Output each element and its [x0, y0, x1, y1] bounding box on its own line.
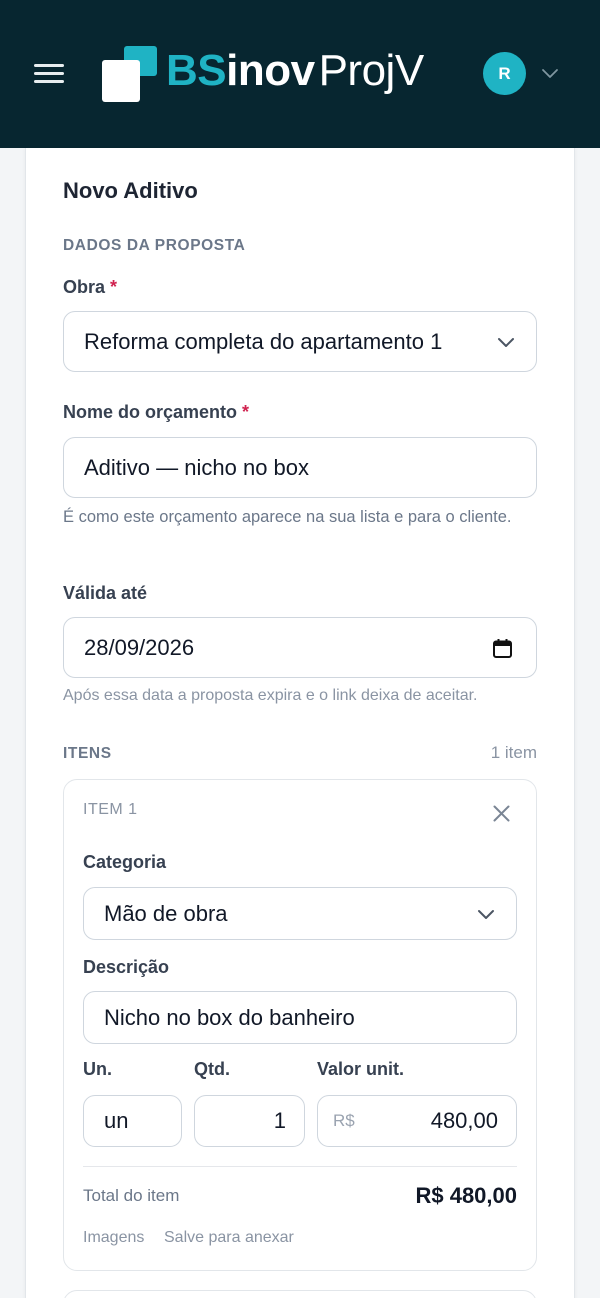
unidade-value: un	[104, 1108, 129, 1133]
section-heading-items: ITENS	[63, 745, 112, 762]
required-mark: *	[242, 402, 250, 422]
nome-label: Nome do orçamento *	[63, 402, 249, 423]
chevron-down-icon	[498, 338, 514, 347]
obra-select[interactable]: Reforma completa do apartamento 1	[63, 311, 537, 372]
images-hint: Salve para anexar	[164, 1229, 294, 1246]
validade-value: 28/09/2026	[84, 634, 195, 660]
chevron-down-icon[interactable]	[540, 64, 560, 84]
calendar-icon[interactable]	[492, 638, 513, 659]
obra-label-text: Obra	[63, 277, 106, 297]
item-heading: ITEM 1	[83, 801, 138, 818]
user-avatar[interactable]: R	[483, 52, 526, 95]
validade-label: Válida até	[63, 583, 148, 603]
categoria-select[interactable]: Mão de obra	[83, 887, 517, 940]
obra-select-value: Reforma completa do apartamento 1	[84, 328, 443, 354]
un-label: Un.	[83, 1059, 112, 1079]
logo-wordmark: BSinovProjV	[166, 46, 424, 96]
qtd-label: Qtd.	[194, 1059, 230, 1079]
currency-prefix: R$	[333, 1111, 355, 1130]
valor-unitario-value: 480,00	[430, 1108, 498, 1133]
descricao-input[interactable]: Nicho no box do banheiro	[83, 991, 517, 1044]
nome-label-text: Nome do orçamento	[63, 402, 238, 422]
quantidade-value: 1	[273, 1108, 286, 1133]
logo-text-bs: BS	[166, 46, 227, 95]
close-icon[interactable]	[492, 804, 511, 823]
nome-orcamento-value: Aditivo — nicho no box	[84, 454, 310, 480]
quantidade-input[interactable]: 1	[194, 1095, 305, 1147]
descricao-value: Nicho no box do banheiro	[104, 1004, 355, 1030]
item-total-value: R$ 480,00	[415, 1183, 517, 1208]
images-label: Imagens	[83, 1229, 145, 1246]
nome-hint: É como este orçamento aparece na sua lis…	[63, 508, 512, 526]
required-mark: *	[110, 277, 118, 297]
validade-date-input[interactable]: 28/09/2026	[63, 617, 537, 678]
logo-text-inov: inov	[226, 46, 315, 95]
valor-unit-label: Valor unit.	[317, 1059, 405, 1079]
valor-unitario-input[interactable]: R$ 480,00	[317, 1095, 517, 1147]
hamburger-menu-icon[interactable]	[34, 63, 64, 85]
top-app-bar: BSinovProjV R	[0, 0, 600, 148]
divider	[83, 1166, 517, 1167]
brand-logo[interactable]: BSinovProjV	[100, 44, 440, 104]
categoria-value: Mão de obra	[104, 900, 228, 926]
page-title: Novo Aditivo	[63, 178, 198, 203]
logo-text-projv: ProjV	[318, 46, 425, 95]
item-total-label: Total do item	[83, 1186, 180, 1205]
unidade-input[interactable]: un	[83, 1095, 182, 1147]
section-heading-proposal: DADOS DA PROPOSTA	[63, 237, 246, 254]
obra-label: Obra *	[63, 277, 117, 298]
nome-orcamento-input[interactable]: Aditivo — nicho no box	[63, 437, 537, 498]
items-count: 1 item	[490, 743, 537, 762]
validade-hint: Após essa data a proposta expira e o lin…	[63, 687, 478, 704]
categoria-label: Categoria	[83, 852, 167, 872]
logo-mark-icon	[100, 44, 158, 102]
descricao-label: Descrição	[83, 957, 170, 977]
chevron-down-icon	[478, 910, 494, 919]
next-item-card-edge	[63, 1290, 537, 1298]
